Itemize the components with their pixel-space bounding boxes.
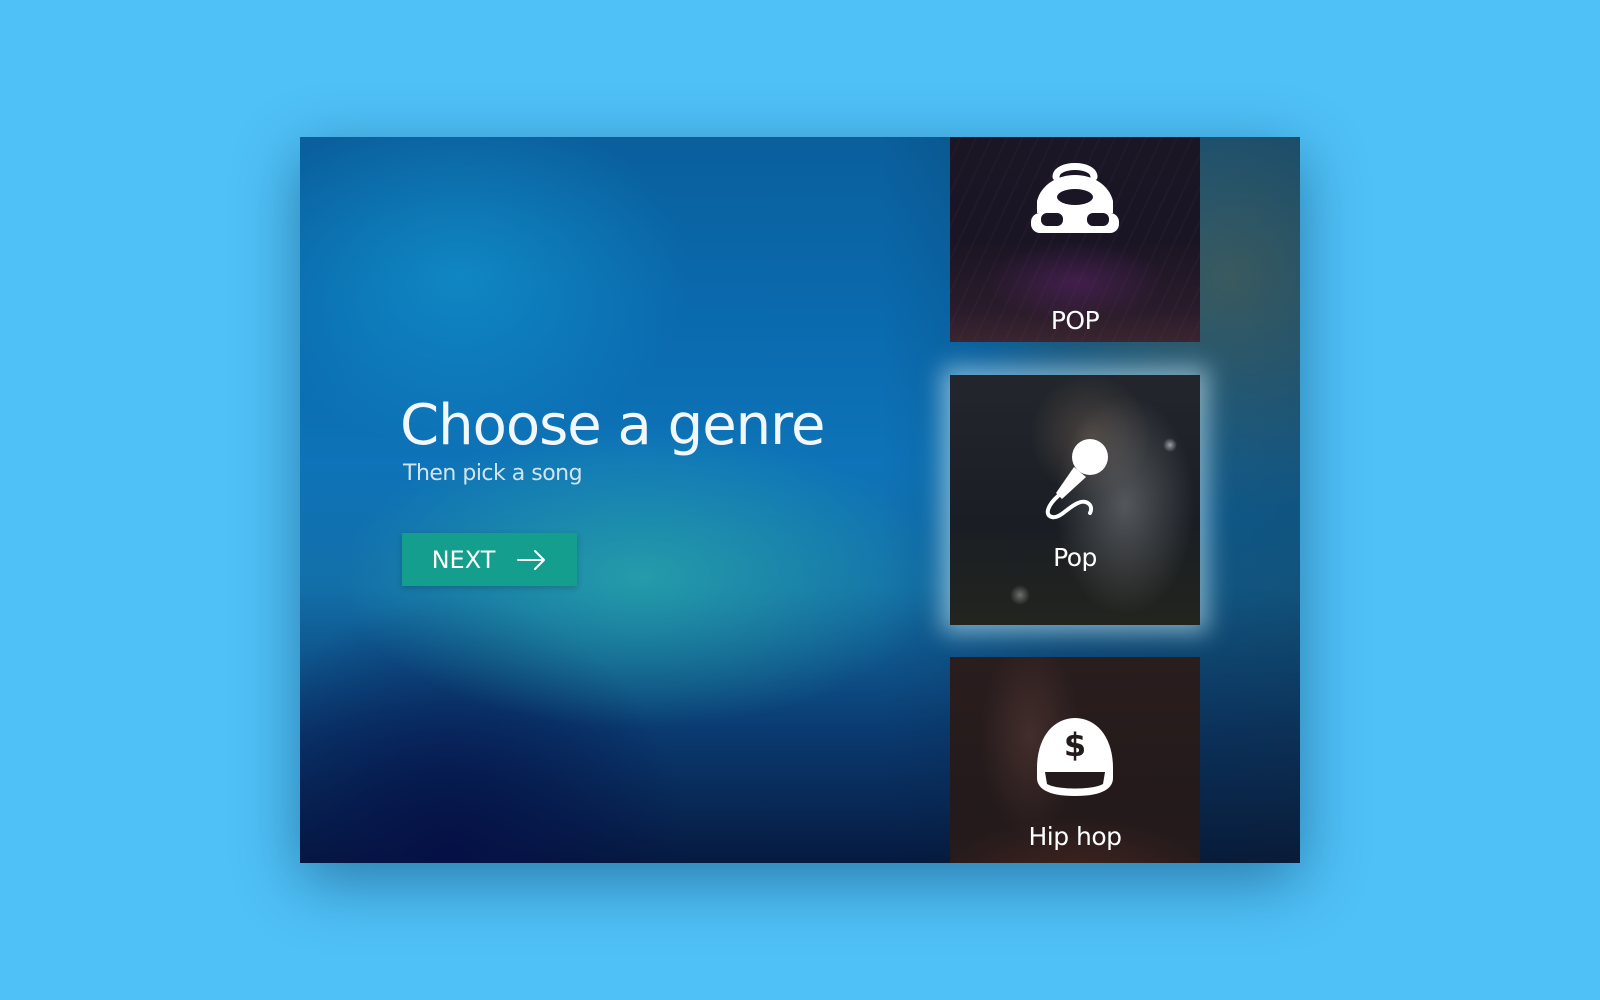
genre-label: Pop	[1053, 543, 1097, 572]
svg-text:$: $	[1064, 726, 1086, 764]
arrow-right-icon	[517, 549, 546, 570]
cap-dollar-icon: $	[1037, 718, 1113, 796]
microphone-icon	[1045, 439, 1108, 520]
page-subtitle: Then pick a song	[403, 460, 583, 486]
boombox-icon	[1031, 163, 1119, 233]
genre-label: POP	[1050, 306, 1100, 335]
page-title: Choose a genre	[400, 393, 825, 458]
genre-list: POP Pop $ Hip hop	[950, 137, 1200, 863]
next-button[interactable]: NEXT	[402, 533, 577, 586]
genre-label: Hip hop	[1028, 822, 1122, 851]
genre-tile-pop-microphone[interactable]: Pop	[950, 375, 1200, 625]
app-window: Choose a genre Then pick a song NEXT POP	[300, 137, 1300, 863]
genre-tile-pop-boombox[interactable]: POP	[950, 137, 1200, 342]
next-button-label: NEXT	[431, 545, 496, 574]
intro-panel: Choose a genre Then pick a song NEXT	[400, 393, 825, 586]
genre-tile-hip-hop[interactable]: $ Hip hop	[950, 657, 1200, 863]
